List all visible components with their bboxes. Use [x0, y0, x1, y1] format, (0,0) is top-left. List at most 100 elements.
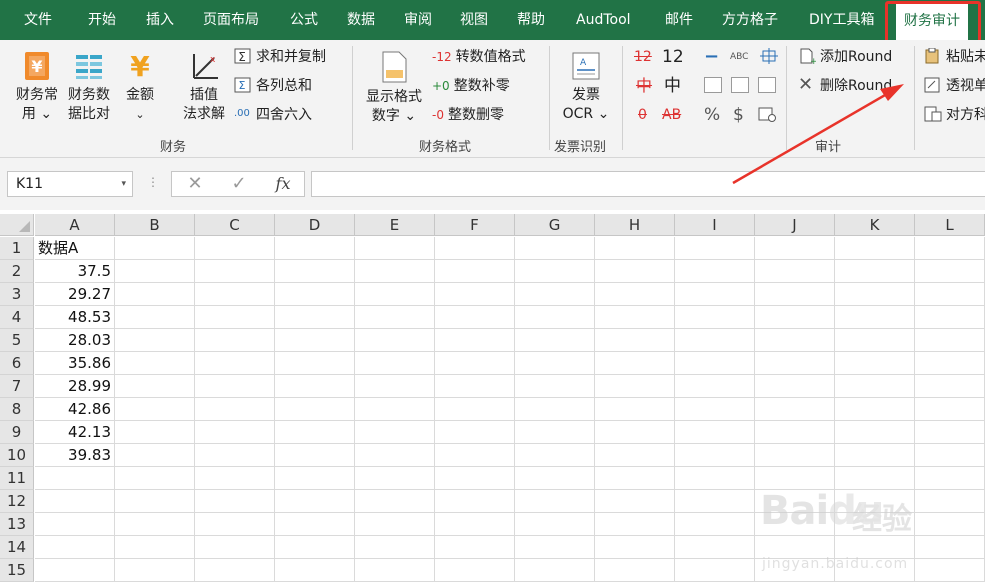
- cell-h6[interactable]: [595, 352, 675, 375]
- cell-e7[interactable]: [355, 375, 435, 398]
- cell-c6[interactable]: [195, 352, 275, 375]
- date-format-button[interactable]: [758, 104, 780, 126]
- cell-k5[interactable]: [835, 329, 915, 352]
- cell-g5[interactable]: [515, 329, 595, 352]
- cell-e4[interactable]: [355, 306, 435, 329]
- column-header-a[interactable]: A: [35, 214, 115, 236]
- cell-k6[interactable]: [835, 352, 915, 375]
- cell-d1[interactable]: [275, 237, 355, 260]
- cell-h11[interactable]: [595, 467, 675, 490]
- cell-g12[interactable]: [515, 490, 595, 513]
- cell-d10[interactable]: [275, 444, 355, 467]
- cell-a1[interactable]: 数据A: [35, 237, 115, 260]
- cell-b6[interactable]: [115, 352, 195, 375]
- cell-h15[interactable]: [595, 559, 675, 582]
- tab-mail[interactable]: 邮件: [665, 0, 693, 40]
- column-header-l[interactable]: L: [915, 214, 985, 236]
- cell-a2[interactable]: 37.5: [35, 260, 115, 283]
- cell-b7[interactable]: [115, 375, 195, 398]
- tab-review[interactable]: 审阅: [404, 0, 432, 40]
- strike-char-button[interactable]: 中: [636, 75, 652, 97]
- column-header-e[interactable]: E: [355, 214, 435, 236]
- abc-format-button[interactable]: ABC: [730, 46, 748, 68]
- finance-compare-button[interactable]: 财务数 据比对: [64, 50, 114, 124]
- finance-common-button[interactable]: ¥ 财务常 用 ⌄: [12, 50, 62, 124]
- cell-f13[interactable]: [435, 513, 515, 536]
- cell-j2[interactable]: [755, 260, 835, 283]
- cell-e14[interactable]: [355, 536, 435, 559]
- display-format-button[interactable]: 显示格式 数字 ⌄: [362, 50, 426, 126]
- paste-button[interactable]: 粘贴未: [924, 46, 985, 68]
- cell-f11[interactable]: [435, 467, 515, 490]
- cell-h14[interactable]: [595, 536, 675, 559]
- cell-h1[interactable]: [595, 237, 675, 260]
- cell-g8[interactable]: [515, 398, 595, 421]
- tab-help[interactable]: 帮助: [517, 0, 545, 40]
- cell-b15[interactable]: [115, 559, 195, 582]
- cell-c12[interactable]: [195, 490, 275, 513]
- cell-d12[interactable]: [275, 490, 355, 513]
- tab-data[interactable]: 数据: [347, 0, 375, 40]
- cell-c15[interactable]: [195, 559, 275, 582]
- cell-i9[interactable]: [675, 421, 755, 444]
- cell-d7[interactable]: [275, 375, 355, 398]
- cell-i14[interactable]: [675, 536, 755, 559]
- cell-g1[interactable]: [515, 237, 595, 260]
- cell-a10[interactable]: 39.83: [35, 444, 115, 467]
- cell-g13[interactable]: [515, 513, 595, 536]
- cell-a14[interactable]: [35, 536, 115, 559]
- row-header[interactable]: 1: [0, 237, 34, 260]
- cell-f10[interactable]: [435, 444, 515, 467]
- cell-d5[interactable]: [275, 329, 355, 352]
- column-header-b[interactable]: B: [115, 214, 195, 236]
- cell-c2[interactable]: [195, 260, 275, 283]
- column-header-d[interactable]: D: [275, 214, 355, 236]
- cell-j8[interactable]: [755, 398, 835, 421]
- row-header[interactable]: 8: [0, 398, 34, 421]
- cell-b11[interactable]: [115, 467, 195, 490]
- cell-j5[interactable]: [755, 329, 835, 352]
- cell-b14[interactable]: [115, 536, 195, 559]
- cell-h7[interactable]: [595, 375, 675, 398]
- cell-f8[interactable]: [435, 398, 515, 421]
- cell-h10[interactable]: [595, 444, 675, 467]
- cell-l5[interactable]: [915, 329, 985, 352]
- border-grid-icon[interactable]: [758, 77, 776, 93]
- cell-b9[interactable]: [115, 421, 195, 444]
- cell-e13[interactable]: [355, 513, 435, 536]
- cell-e12[interactable]: [355, 490, 435, 513]
- column-header-g[interactable]: G: [515, 214, 595, 236]
- cell-j3[interactable]: [755, 283, 835, 306]
- cell-f14[interactable]: [435, 536, 515, 559]
- cell-i4[interactable]: [675, 306, 755, 329]
- cell-g7[interactable]: [515, 375, 595, 398]
- cell-a7[interactable]: 28.99: [35, 375, 115, 398]
- cell-c8[interactable]: [195, 398, 275, 421]
- cell-j11[interactable]: [755, 467, 835, 490]
- tab-fangfang[interactable]: 方方格子: [722, 0, 778, 40]
- cell-f4[interactable]: [435, 306, 515, 329]
- cell-d15[interactable]: [275, 559, 355, 582]
- cell-a11[interactable]: [35, 467, 115, 490]
- column-header-i[interactable]: I: [675, 214, 755, 236]
- cell-a3[interactable]: 29.27: [35, 283, 115, 306]
- cell-j4[interactable]: [755, 306, 835, 329]
- cell-a5[interactable]: 28.03: [35, 329, 115, 352]
- select-all-corner[interactable]: [0, 214, 34, 236]
- cell-l7[interactable]: [915, 375, 985, 398]
- cell-h13[interactable]: [595, 513, 675, 536]
- row-header[interactable]: 11: [0, 467, 34, 490]
- cell-f9[interactable]: [435, 421, 515, 444]
- cell-l9[interactable]: [915, 421, 985, 444]
- cell-i1[interactable]: [675, 237, 755, 260]
- tab-view[interactable]: 视图: [460, 0, 488, 40]
- cell-j10[interactable]: [755, 444, 835, 467]
- row-header[interactable]: 3: [0, 283, 34, 306]
- tab-home[interactable]: 开始: [88, 0, 116, 40]
- cell-b5[interactable]: [115, 329, 195, 352]
- row-header[interactable]: 5: [0, 329, 34, 352]
- cell-e9[interactable]: [355, 421, 435, 444]
- cell-k3[interactable]: [835, 283, 915, 306]
- cell-b12[interactable]: [115, 490, 195, 513]
- sum-and-copy-button[interactable]: Σ 求和并复制: [234, 46, 326, 68]
